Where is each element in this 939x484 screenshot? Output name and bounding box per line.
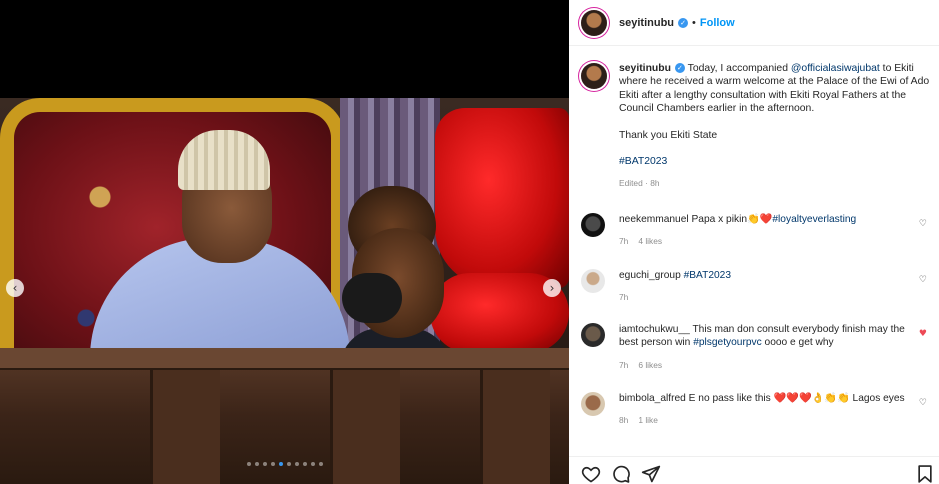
commenter-username[interactable]: eguchi_group: [619, 270, 681, 281]
carousel-dot: [287, 462, 291, 466]
comment-bubble-icon[interactable]: [611, 464, 631, 484]
comment-like-icon[interactable]: ♡: [919, 398, 927, 408]
comment-emojis: ❤️❤️❤️👌👏👏: [773, 393, 850, 404]
carousel-dot: [319, 462, 323, 466]
post-sidebar: seyitinubu ✓ • Follow seyitinubu ✓ Today,…: [569, 0, 939, 484]
red-cushion: [435, 108, 569, 288]
comment-like-icon[interactable]: ♡: [919, 275, 927, 285]
commenter-username[interactable]: bimbola_alfred: [619, 393, 686, 404]
comment-time: 7h: [619, 292, 629, 303]
comment-item: neekemmanuel Papa x pikin👏❤️#loyaltyever…: [581, 213, 931, 249]
share-paper-plane-icon[interactable]: [641, 464, 661, 484]
comment-item: eguchi_group #BAT2023 7h ♡: [581, 269, 931, 305]
caption-thanks: Thank you Ekiti State: [619, 129, 718, 141]
verified-badge-icon: ✓: [678, 17, 689, 28]
caption-hashtag[interactable]: #BAT2023: [619, 155, 931, 168]
commenter-username[interactable]: iamtochukwu__: [619, 324, 690, 335]
caption-body: seyitinubu ✓ Today, I accompanied @offici…: [619, 62, 931, 191]
caption-mention[interactable]: @officialasiwajubat: [791, 63, 880, 74]
author-avatar[interactable]: [581, 9, 607, 36]
carousel-dot: [279, 462, 283, 466]
commenter-username[interactable]: neekemmanuel: [619, 214, 689, 225]
header-separator: •: [692, 16, 696, 29]
comment-likes[interactable]: 6 likes: [638, 359, 662, 372]
carousel-dot: [255, 462, 259, 466]
man-cap: [178, 130, 270, 190]
comment-time: 7h: [619, 236, 629, 247]
commenter-avatar[interactable]: [581, 392, 605, 416]
post-media[interactable]: ‹ ›: [0, 0, 569, 484]
carousel-prev-button[interactable]: ‹: [6, 279, 24, 297]
comment-hashtag[interactable]: #plsgetyourpvc: [693, 337, 762, 348]
caption-text: Today, I accompanied: [687, 63, 791, 74]
comment-text: Papa x pikin: [691, 214, 748, 225]
carousel-dot: [311, 462, 315, 466]
comment-item: iamtochukwu__ This man don consult every…: [581, 323, 931, 372]
comment-emojis: 👏❤️: [747, 214, 773, 225]
comment-time: 7h: [619, 359, 629, 370]
like-heart-icon[interactable]: [581, 464, 601, 484]
comment-text-cont: Lagos eyes: [849, 393, 905, 404]
author-username[interactable]: seyitinubu: [619, 17, 674, 29]
comment-text: E no pass like this: [688, 393, 774, 404]
comment-likes[interactable]: 1 like: [638, 414, 658, 427]
comment-like-icon[interactable]: ♡: [919, 219, 927, 229]
carousel-dot: [303, 462, 307, 466]
carousel-dot: [295, 462, 299, 466]
caption-username[interactable]: seyitinubu: [619, 63, 671, 74]
commenter-avatar[interactable]: [581, 213, 605, 237]
post-caption: seyitinubu ✓ Today, I accompanied @offici…: [581, 62, 931, 191]
comment-time: 8h: [619, 415, 629, 426]
caption-meta: Edited · 8h: [619, 178, 660, 189]
post-photo: [0, 98, 569, 484]
carousel-dot: [263, 462, 267, 466]
commenter-avatar[interactable]: [581, 269, 605, 293]
comment-text-cont: oooo e get why: [761, 337, 834, 349]
instagram-post-viewer: ‹ › seyitinubu ✓ • Follow seyitinubu ✓ To…: [0, 0, 939, 484]
commenter-avatar[interactable]: [581, 323, 605, 347]
post-header: seyitinubu ✓ • Follow: [569, 0, 939, 46]
follow-button[interactable]: Follow: [700, 17, 735, 29]
carousel-dot: [271, 462, 275, 466]
carousel-next-button[interactable]: ›: [543, 279, 561, 297]
comment-liked-icon[interactable]: ♥: [919, 329, 927, 339]
face-mask: [342, 273, 402, 323]
verified-badge-icon: ✓: [674, 63, 685, 74]
comment-hashtag[interactable]: #BAT2023: [684, 270, 731, 281]
post-action-bar: [569, 456, 939, 484]
caption-avatar[interactable]: [581, 63, 607, 89]
carousel-dots: [247, 462, 323, 468]
comment-likes[interactable]: 4 likes: [638, 235, 662, 248]
save-bookmark-icon[interactable]: [915, 464, 935, 484]
comment-hashtag[interactable]: #loyaltyeverlasting: [772, 214, 856, 225]
comment-item: bimbola_alfred E no pass like this ❤️❤️❤…: [581, 392, 931, 428]
desk-rail: [0, 348, 569, 370]
carousel-dot: [247, 462, 251, 466]
